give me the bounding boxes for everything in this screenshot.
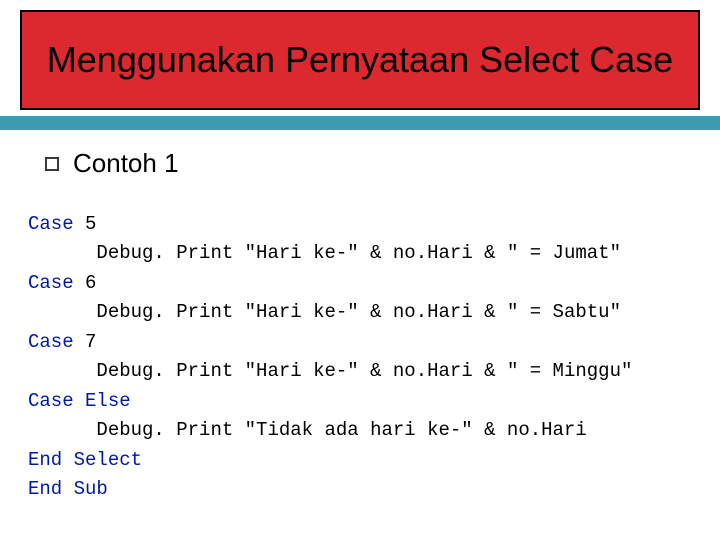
kw-select: Select [74, 449, 142, 471]
debug-print: Debug. Print [96, 301, 233, 323]
str-tidak: "Tidak ada hari ke-" [245, 419, 473, 441]
var-nohari: no.Hari [507, 419, 587, 441]
kw-end: End [28, 478, 62, 500]
amp: & [473, 242, 507, 264]
kw-sub: Sub [74, 478, 108, 500]
code-block: Case 5 Debug. Print "Hari ke-" & no.Hari… [28, 210, 698, 504]
amp: & [359, 242, 393, 264]
str-harike: "Hari ke-" [245, 301, 359, 323]
str-sabtu: " = Sabtu" [507, 301, 621, 323]
var-nohari: no.Hari [393, 301, 473, 323]
amp: & [359, 360, 393, 382]
debug-print: Debug. Print [96, 242, 233, 264]
str-harike: "Hari ke-" [245, 242, 359, 264]
bullet-text: Contoh 1 [73, 148, 179, 179]
accent-strip [0, 116, 720, 130]
kw-case: Case [28, 213, 74, 235]
str-harike: "Hari ke-" [245, 360, 359, 382]
str-jumat: " = Jumat" [507, 242, 621, 264]
debug-print: Debug. Print [96, 360, 233, 382]
kw-end: End [28, 449, 62, 471]
debug-print: Debug. Print [96, 419, 233, 441]
var-nohari: no.Hari [393, 360, 473, 382]
kw-else: Else [85, 390, 131, 412]
bullet-row: Contoh 1 [45, 148, 179, 179]
amp: & [473, 360, 507, 382]
kw-case: Case [28, 272, 74, 294]
amp: & [473, 301, 507, 323]
title-bar: Menggunakan Pernyataan Select Case [20, 10, 700, 110]
slide: Menggunakan Pernyataan Select Case Conto… [0, 0, 720, 540]
str-minggu: " = Minggu" [507, 360, 632, 382]
num-6: 6 [85, 272, 96, 294]
num-5: 5 [85, 213, 96, 235]
num-7: 7 [85, 331, 96, 353]
amp: & [359, 301, 393, 323]
slide-title: Menggunakan Pernyataan Select Case [47, 40, 673, 80]
bullet-square-icon [45, 157, 59, 171]
amp: & [473, 419, 507, 441]
var-nohari: no.Hari [393, 242, 473, 264]
kw-case: Case [28, 390, 74, 412]
kw-case: Case [28, 331, 74, 353]
